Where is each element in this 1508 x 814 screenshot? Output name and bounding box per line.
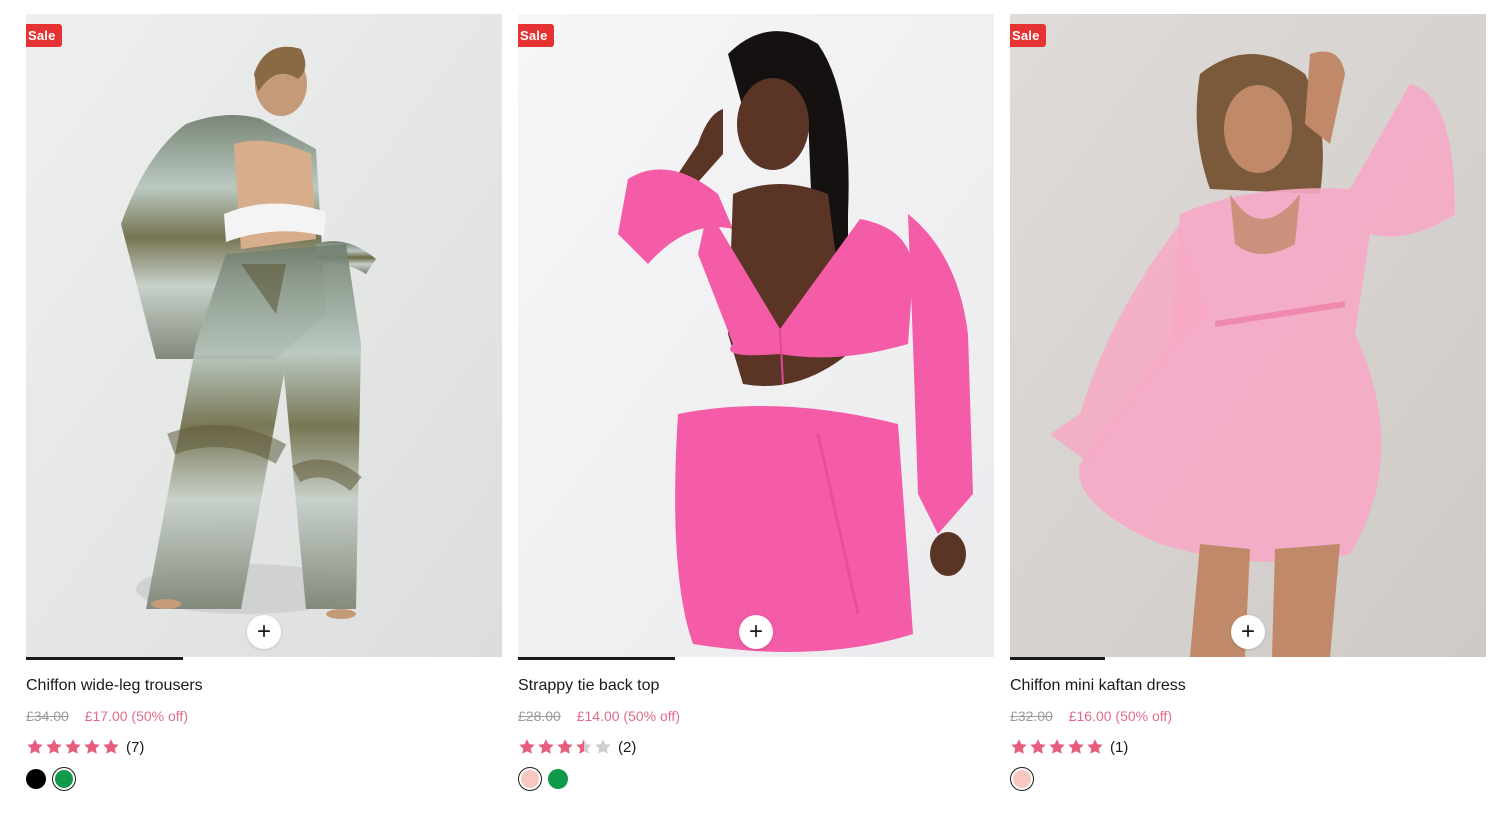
image-carousel-progress: [26, 657, 184, 660]
sale-price: £17.00 (50% off): [84, 708, 188, 724]
star-icon: [65, 739, 81, 754]
product-image[interactable]: Sale +: [518, 14, 994, 657]
color-swatch[interactable]: [548, 769, 568, 789]
rating-stars: [26, 738, 120, 756]
star-icon: [557, 739, 573, 754]
original-price: £28.00: [518, 708, 561, 724]
product-price: £32.00 £16.00 (50% off): [1010, 708, 1486, 726]
color-swatches: [26, 767, 502, 791]
product-price: £28.00 £14.00 (50% off): [518, 708, 994, 726]
image-carousel-indicator: [1010, 657, 1486, 660]
product-image[interactable]: Sale +: [26, 14, 502, 657]
color-swatches: [1010, 767, 1486, 791]
star-icon: [84, 739, 100, 754]
product-title[interactable]: Chiffon wide-leg trousers: [26, 677, 502, 697]
star-icon: [1030, 739, 1046, 754]
star-icon: [46, 739, 62, 754]
product-photo: [26, 14, 502, 657]
quick-add-button[interactable]: +: [1231, 615, 1265, 649]
color-swatch[interactable]: [1010, 767, 1034, 791]
product-card[interactable]: Sale + Chiffon wide-leg trousers £34.00 …: [26, 14, 502, 791]
quick-add-button[interactable]: +: [247, 615, 281, 649]
sale-price: £16.00 (50% off): [1068, 708, 1172, 724]
sale-badge: Sale: [518, 24, 554, 47]
image-carousel-progress: [518, 657, 676, 660]
review-count: (7): [126, 738, 145, 756]
product-rating[interactable]: (2): [518, 737, 994, 757]
sale-badge: Sale: [1010, 24, 1046, 47]
star-icon: [538, 739, 554, 754]
star-icon: [1011, 739, 1027, 754]
review-count: (2): [618, 738, 637, 756]
image-carousel-indicator: [26, 657, 502, 660]
color-swatch[interactable]: [518, 767, 542, 791]
star-icon: [1068, 739, 1084, 754]
quick-add-button[interactable]: +: [739, 615, 773, 649]
image-carousel-progress: [1010, 657, 1106, 660]
original-price: £32.00: [1010, 708, 1053, 724]
color-swatch[interactable]: [52, 767, 76, 791]
original-price: £34.00: [26, 708, 69, 724]
product-title[interactable]: Chiffon mini kaftan dress: [1010, 677, 1486, 697]
product-rating[interactable]: (1): [1010, 737, 1486, 757]
product-grid: Sale + Chiffon wide-leg trousers £34.00 …: [26, 14, 1486, 791]
product-price: £34.00 £17.00 (50% off): [26, 708, 502, 726]
review-count: (1): [1110, 738, 1129, 756]
rating-stars: [518, 738, 612, 756]
star-icon: [576, 739, 592, 754]
color-swatches: [518, 767, 994, 791]
star-icon: [103, 739, 119, 754]
product-title[interactable]: Strappy tie back top: [518, 677, 994, 697]
rating-stars: [1010, 738, 1104, 756]
product-card[interactable]: Sale + Chiffon mini kaftan dress £32.00 …: [1010, 14, 1486, 791]
sale-price: £14.00 (50% off): [576, 708, 680, 724]
product-card[interactable]: Sale + Strappy tie back top £28.00 £14.0…: [518, 14, 994, 791]
product-image[interactable]: Sale +: [1010, 14, 1486, 657]
star-icon: [519, 739, 535, 754]
product-photo: [1010, 14, 1486, 657]
star-icon: [27, 739, 43, 754]
color-swatch[interactable]: [26, 769, 46, 789]
product-rating[interactable]: (7): [26, 737, 502, 757]
star-icon: [595, 739, 611, 754]
star-icon: [1049, 739, 1065, 754]
product-photo: [518, 14, 994, 657]
sale-badge: Sale: [26, 24, 62, 47]
star-icon: [1087, 739, 1103, 754]
image-carousel-indicator: [518, 657, 994, 660]
